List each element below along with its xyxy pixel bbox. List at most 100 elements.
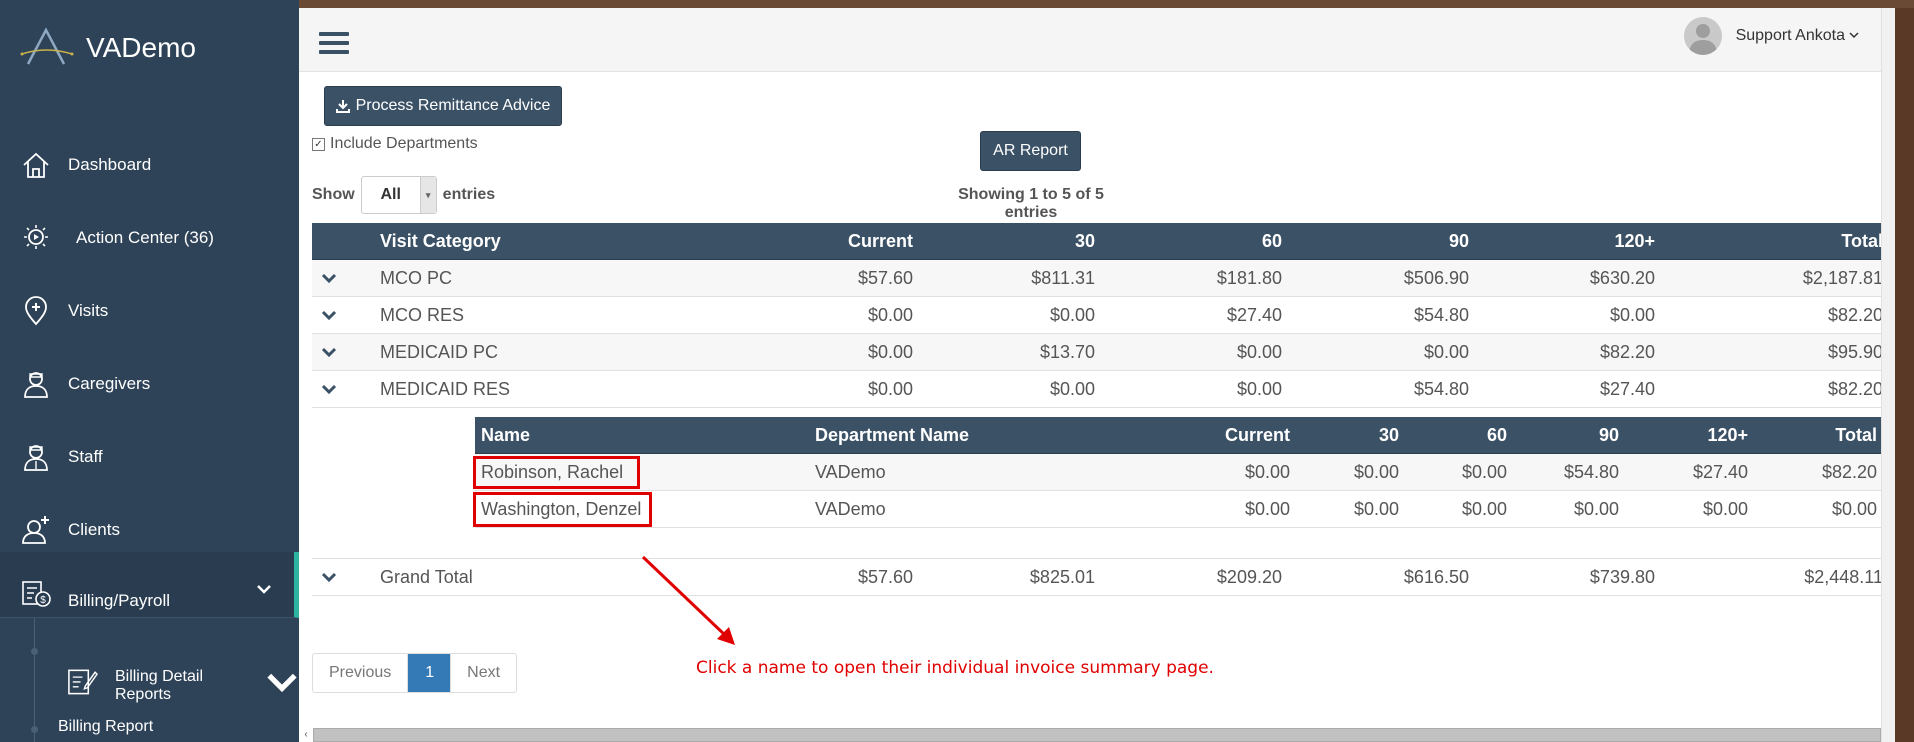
sidebar-item-staff[interactable]: Staff xyxy=(0,427,299,487)
vertical-scrollbar[interactable] xyxy=(1881,8,1895,742)
highlight-box xyxy=(473,456,640,489)
action-center-icon xyxy=(18,220,54,256)
column-header-current[interactable]: Current xyxy=(1225,417,1290,454)
clients-icon xyxy=(18,512,54,548)
scroll-left-icon[interactable]: ‹ xyxy=(299,728,313,742)
page-1-button[interactable]: 1 xyxy=(408,654,452,692)
entries-select-value: All xyxy=(380,186,401,203)
sidebar-item-label: Billing/Payroll xyxy=(68,590,171,610)
sidebar-item-clients[interactable]: Clients xyxy=(0,500,299,560)
table-row: MCO PC $57.60 $811.31 $181.80 $506.90 $6… xyxy=(312,260,1888,297)
cell-120: $630.20 xyxy=(1589,268,1655,288)
visit-category: MCO RES xyxy=(380,305,465,325)
entries-select[interactable]: All ▾ xyxy=(360,176,437,214)
cell-current: $0.00 xyxy=(867,379,913,399)
billing-icon: $ xyxy=(18,575,54,611)
next-page-button[interactable]: Next xyxy=(451,654,516,692)
process-remittance-button[interactable]: Process Remittance Advice xyxy=(324,86,562,126)
column-header-current[interactable]: Current xyxy=(848,223,913,260)
sidebar-item-caregivers[interactable]: Caregivers xyxy=(0,354,299,414)
sidebar-item-dashboard[interactable]: Dashboard xyxy=(0,135,299,195)
cell-120: $739.80 xyxy=(1589,567,1655,587)
cell-90: $616.50 xyxy=(1403,567,1469,587)
cell-60: $0.00 xyxy=(1461,499,1507,519)
previous-page-button[interactable]: Previous xyxy=(313,654,409,692)
column-header-120[interactable]: 120+ xyxy=(1707,417,1748,454)
pagination: Previous 1 Next xyxy=(312,653,518,693)
subtable-row: Washington, Denzel VADemo $0.00 $0.00 $0… xyxy=(475,491,1881,528)
chevron-down-icon[interactable] xyxy=(320,269,338,287)
column-header-department[interactable]: Department Name xyxy=(815,417,969,454)
table-header-row: Visit Category Current 30 60 90 120+ Tot… xyxy=(312,223,1888,260)
cell-30: $0.00 xyxy=(1049,305,1095,325)
cell-30: $13.70 xyxy=(1039,342,1095,362)
chevron-down-icon[interactable] xyxy=(320,306,338,324)
cell-total: $0.00 xyxy=(1831,499,1877,519)
submenu-billing-report[interactable]: Billing Report xyxy=(58,718,153,736)
brand[interactable]: VADemo xyxy=(18,18,196,78)
cell-current: $0.00 xyxy=(867,305,913,325)
include-departments-label: Include Departments xyxy=(330,135,478,152)
caregiver-icon xyxy=(18,366,54,402)
avatar xyxy=(1683,17,1722,55)
sidebar-item-visits[interactable]: Visits xyxy=(0,281,299,341)
cell-total: $82.20 xyxy=(1821,462,1877,482)
column-header-name[interactable]: Name xyxy=(481,417,530,454)
cell-current: $0.00 xyxy=(867,342,913,362)
department-name: VADemo xyxy=(815,499,886,519)
cell-60: $0.00 xyxy=(1461,462,1507,482)
submenu-dot xyxy=(31,726,38,733)
submenu-billing-detail-reports[interactable]: Billing Detail Reports xyxy=(66,656,299,706)
chevron-down-icon[interactable] xyxy=(320,380,338,398)
chevron-down-icon xyxy=(256,582,272,600)
annotation-text: Click a name to open their individual in… xyxy=(696,658,1214,678)
cell-30: $0.00 xyxy=(1353,499,1399,519)
cell-total: $95.90 xyxy=(1827,342,1883,362)
sidebar-item-billing-payroll[interactable]: $ Billing/Payroll xyxy=(0,552,299,618)
cell-90: $54.80 xyxy=(1413,379,1469,399)
logo-icon xyxy=(20,27,74,65)
visits-icon xyxy=(18,293,54,329)
chevron-down-icon[interactable] xyxy=(320,343,338,361)
subtable-row: Robinson, Rachel VADemo $0.00 $0.00 $0.0… xyxy=(475,454,1881,491)
sidebar-item-action-center[interactable]: Action Center (36) xyxy=(0,208,299,268)
expanded-detail: Name Department Name Current 30 60 90 12… xyxy=(312,409,1888,559)
include-departments-checkbox[interactable]: ✓ Include Departments xyxy=(312,135,478,153)
chevron-down-icon[interactable] xyxy=(320,568,338,586)
visit-category: MEDICAID PC xyxy=(380,342,499,362)
cell-90: $0.00 xyxy=(1423,342,1469,362)
cell-total: $2,187.81 xyxy=(1802,268,1883,288)
column-header-60[interactable]: 60 xyxy=(1262,223,1282,260)
column-header-60[interactable]: 60 xyxy=(1487,417,1507,454)
chevron-down-icon xyxy=(265,665,299,704)
show-entries: Show All ▾ entries xyxy=(312,176,495,214)
column-header-30[interactable]: 30 xyxy=(1379,417,1399,454)
department-name: VADemo xyxy=(815,462,886,482)
checkbox-checked-icon: ✓ xyxy=(312,137,325,151)
cell-120: $27.40 xyxy=(1692,462,1748,482)
hamburger-menu-icon[interactable] xyxy=(319,32,349,58)
column-header-90[interactable]: 90 xyxy=(1449,223,1469,260)
cell-30: $0.00 xyxy=(1353,462,1399,482)
submenu-label: Billing Detail Reports xyxy=(114,668,204,703)
user-menu[interactable]: Support Ankota xyxy=(1683,16,1859,56)
cell-60: $209.20 xyxy=(1216,567,1282,587)
sidebar-item-label: Visits xyxy=(68,301,109,320)
grand-total-row: Grand Total $57.60 $825.01 $209.20 $616.… xyxy=(312,559,1888,596)
table-row: MCO RES $0.00 $0.00 $27.40 $54.80 $0.00 … xyxy=(312,297,1888,334)
table-row: MEDICAID RES $0.00 $0.00 $0.00 $54.80 $2… xyxy=(312,371,1888,408)
cell-current: $57.60 xyxy=(857,567,913,587)
column-header-120[interactable]: 120+ xyxy=(1614,223,1655,260)
column-header-total[interactable]: Total xyxy=(1835,417,1877,454)
sidebar-item-label: Caregivers xyxy=(68,374,151,393)
cell-total: $82.20 xyxy=(1827,379,1883,399)
grand-total-label: Grand Total xyxy=(380,567,473,587)
table-info: Showing 1 to 5 of 5 entries xyxy=(958,186,1104,221)
column-header-30[interactable]: 30 xyxy=(1075,223,1095,260)
horizontal-scrollbar[interactable] xyxy=(313,728,1881,742)
column-header-visit-category[interactable]: Visit Category xyxy=(380,223,501,260)
column-header-total[interactable]: Total xyxy=(1841,223,1883,260)
column-header-90[interactable]: 90 xyxy=(1599,417,1619,454)
home-icon xyxy=(18,147,54,183)
ar-report-button[interactable]: AR Report xyxy=(980,131,1081,171)
